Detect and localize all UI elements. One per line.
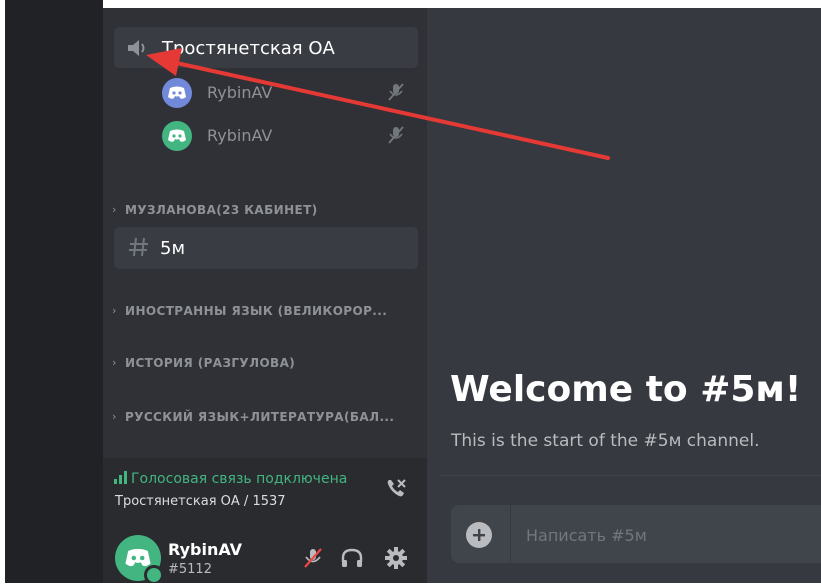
gear-icon[interactable] [384,546,408,570]
category-header[interactable]: МУЗЛАНОВА(23 КАБИНЕТ) [125,203,318,217]
category-header[interactable]: ИНОСТРАННЫ ЯЗЫК (ВЕЛИКОРОР... [125,304,387,318]
voice-member-name: RybinAV [207,126,273,145]
top-edge [103,0,821,8]
message-input[interactable] [524,521,808,549]
user-name: RybinAV [168,540,243,559]
online-status-icon [144,565,164,585]
user-tag: #5112 [168,562,212,577]
voice-status-text: Голосовая связь подключена [131,471,348,487]
chevron-right-icon[interactable]: › [112,410,116,423]
muted-mic-icon [388,126,404,144]
server-list [5,0,103,585]
discord-avatar-icon [162,78,192,108]
chevron-right-icon[interactable]: › [112,356,116,369]
mute-mic-icon[interactable] [301,546,325,570]
welcome-subtitle: This is the start of the #5м channel. [451,431,760,451]
hash-icon [129,237,148,257]
voice-member[interactable]: RybinAV [162,77,412,109]
muted-mic-icon [388,83,404,101]
chevron-right-icon[interactable]: › [112,203,116,216]
voice-connection-channel[interactable]: Тростянетская ОА / 1537 [115,494,286,509]
plus-icon [473,529,485,541]
voice-connection-panel [103,458,427,523]
voice-member-name: RybinAV [207,83,273,102]
voice-channel-name: Тростянетская ОА [162,38,335,59]
upload-button[interactable] [466,522,492,548]
disconnect-phone-icon[interactable] [384,476,408,500]
divider [440,475,821,476]
signal-icon [114,471,127,484]
chat-area [427,0,821,585]
category-header[interactable]: ИСТОРИЯ (РАЗГУЛОВА) [125,356,295,370]
discord-avatar-icon [162,121,192,151]
text-channel-name: 5м [160,238,186,259]
headphones-icon[interactable] [339,546,365,570]
voice-status: Голосовая связь подключена [113,470,375,487]
category-header[interactable]: РУССКИЙ ЯЗЫК+ЛИТЕРАТУРА(БАЛ... [125,410,394,424]
speaker-icon [128,40,145,56]
welcome-title: Welcome to #5м! [450,369,802,410]
composer-separator [510,505,511,563]
chevron-right-icon[interactable]: › [112,304,116,317]
voice-member[interactable]: RybinAV [162,120,412,152]
